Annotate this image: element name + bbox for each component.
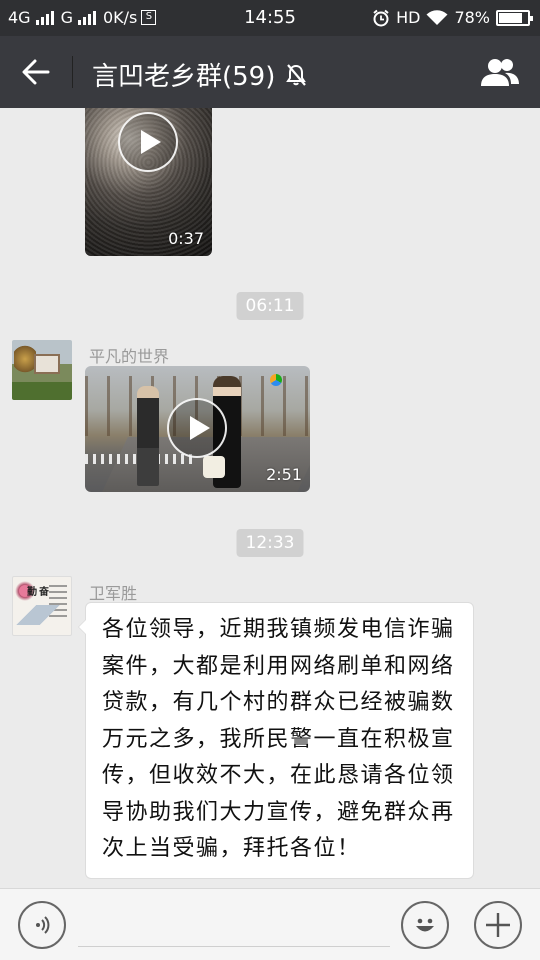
title-divider (72, 56, 73, 88)
voice-wave-icon (36, 916, 50, 934)
back-button[interactable] (14, 52, 58, 92)
plus-icon (486, 913, 510, 937)
avatar[interactable] (12, 340, 72, 400)
alarm-icon (373, 9, 389, 26)
play-icon[interactable] (118, 112, 178, 172)
chat-title: 言凹老乡群(59) (92, 56, 307, 93)
message-text: 各位领导，近期我镇频发电信诈骗案件，大都是利用网络刷单和网络贷款，有几个村的群众… (102, 617, 455, 861)
mute-bell-icon (286, 63, 307, 86)
play-icon[interactable] (167, 398, 227, 458)
title-bar: 言凹老乡群(59) (0, 36, 540, 108)
smiley-face-icon (416, 918, 434, 932)
sender-name: 卫军胜 (89, 584, 138, 603)
emoji-button[interactable] (401, 901, 449, 949)
hd-label: HD (396, 8, 421, 27)
message-bubble[interactable]: 各位领导，近期我镇频发电信诈骗案件，大都是利用网络刷单和网络贷款，有几个村的群众… (78, 602, 474, 879)
avatar-seal: 勤奋 (27, 587, 51, 598)
video-message-thumbnail[interactable]: 0:37 (85, 108, 212, 256)
video-duration: 0:37 (168, 229, 204, 248)
video-channel-icon (270, 374, 282, 386)
timestamp: 06:11 (236, 292, 304, 320)
battery-percent: 78% (454, 8, 490, 27)
status-right: HD 78% (372, 8, 533, 27)
group-name: 言凹老乡群(59) (92, 62, 276, 92)
chat-area[interactable]: 0:37 06:11 平凡的世界 2:51 12:33 勤奋 卫军胜 各位领导，… (0, 108, 540, 888)
message-input[interactable] (78, 903, 390, 947)
wifi-icon (426, 9, 448, 25)
avatar[interactable]: 勤奋 (12, 576, 72, 636)
group-people-icon (481, 59, 519, 86)
battery-icon (496, 9, 533, 26)
input-bar (0, 888, 540, 960)
video-message-thumbnail[interactable]: 2:51 (85, 366, 310, 492)
voice-input-button[interactable] (18, 901, 66, 949)
video-duration: 2:51 (266, 465, 302, 484)
arrow-left-icon (22, 59, 50, 85)
group-members-button[interactable] (478, 52, 522, 92)
more-actions-button[interactable] (474, 901, 522, 949)
sender-name: 平凡的世界 (89, 347, 170, 366)
video-person (137, 386, 159, 486)
timestamp: 12:33 (236, 529, 304, 557)
status-bar: 4G G 0K/s S 14:55 HD 78% (0, 0, 540, 36)
